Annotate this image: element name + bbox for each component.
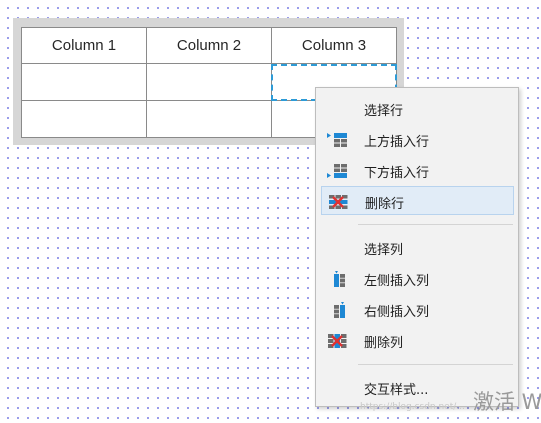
menu-item-label: 左侧插入列: [364, 274, 430, 289]
table-cell[interactable]: [21, 100, 147, 138]
insert-row-above-icon: [327, 133, 347, 147]
header-cell[interactable]: Column 3: [271, 27, 397, 64]
header-cell[interactable]: Column 1: [21, 27, 147, 64]
insert-column-left-icon: [334, 271, 345, 287]
menu-item-label: 上方插入行: [364, 135, 430, 150]
menu-item-label: 下方插入行: [364, 166, 430, 181]
delete-column-icon: [328, 334, 347, 348]
delete-row-icon: [329, 195, 348, 209]
table-header-row: Column 1 Column 2 Column 3: [21, 27, 397, 64]
menu-item-insert-row-above[interactable]: 上方插入行: [321, 125, 514, 154]
insert-row-below-icon: [327, 164, 347, 178]
menu-item-label: 删除行: [365, 197, 405, 212]
menu-item-insert-column-right[interactable]: 右侧插入列: [321, 295, 514, 324]
context-menu: 选择行 上方插入行 下方插入行 删除行 选择列 左侧插入列 右侧插入列 删除列 …: [315, 87, 519, 407]
activation-watermark: 激活 W: [473, 390, 541, 414]
menu-item-delete-row[interactable]: 删除行: [321, 186, 514, 215]
menu-item-delete-column[interactable]: 删除列: [321, 326, 514, 355]
watermark-url: https://blog.csdn.net/...: [360, 402, 465, 412]
insert-column-right-icon: [334, 302, 345, 318]
table-cell[interactable]: [146, 63, 272, 101]
menu-separator: [358, 224, 513, 225]
menu-item-insert-column-left[interactable]: 左侧插入列: [321, 264, 514, 293]
menu-item-select-row[interactable]: 选择行: [321, 94, 514, 123]
table-cell[interactable]: [21, 63, 147, 101]
header-cell[interactable]: Column 2: [146, 27, 272, 64]
menu-item-select-column[interactable]: 选择列: [321, 233, 514, 262]
menu-item-label: 右侧插入列: [364, 305, 430, 320]
menu-item-label: 交互样式...: [364, 383, 429, 398]
menu-item-insert-row-below[interactable]: 下方插入行: [321, 156, 514, 185]
table-cell[interactable]: [146, 100, 272, 138]
menu-item-label: 选择列: [364, 243, 404, 258]
menu-item-label: 选择行: [364, 104, 404, 119]
menu-item-label: 删除列: [364, 336, 404, 351]
menu-separator: [358, 364, 513, 365]
